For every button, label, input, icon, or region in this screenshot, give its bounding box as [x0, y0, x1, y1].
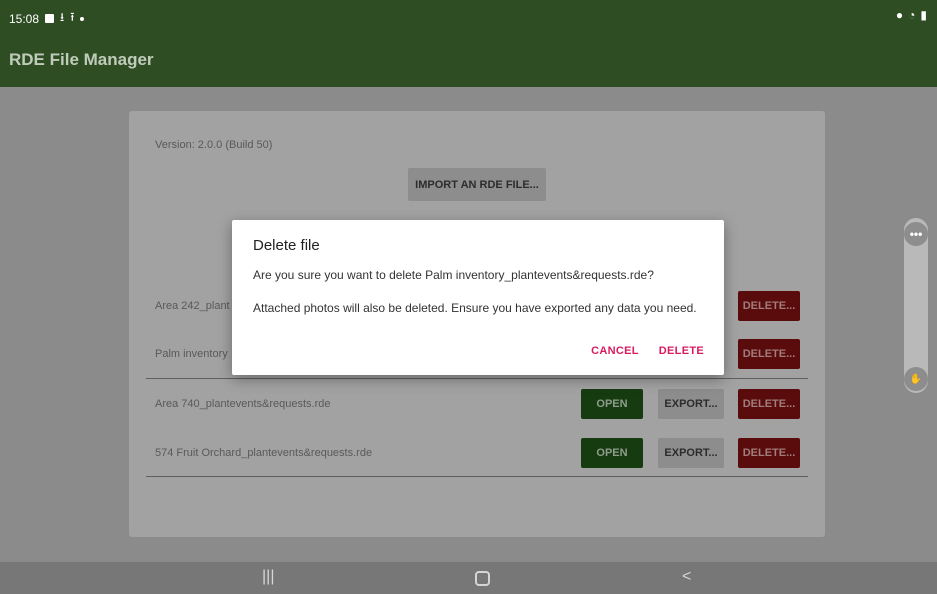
location-icon: ●	[895, 8, 904, 22]
status-bar: 15:08 ⭳ ⭱ ● ◔ ▮	[0, 0, 937, 30]
delete-button[interactable]: DELETE...	[738, 338, 800, 369]
delete-button[interactable]: DELETE...	[738, 290, 800, 321]
export-button[interactable]: EXPORT...	[658, 388, 724, 419]
file-name: 574 Fruit Orchard_plantevents&requests.r…	[155, 446, 373, 459]
divider	[146, 378, 808, 379]
dialog-actions: CANCEL DELETE	[591, 345, 704, 357]
navigation-bar: ||| <	[0, 562, 937, 594]
battery-icon: ▮	[920, 8, 927, 22]
dialog-title: Delete file	[253, 237, 320, 254]
file-row: 574 Fruit Orchard_plantevents&requests.r…	[146, 429, 808, 476]
more-icon[interactable]: •••	[904, 222, 928, 246]
file-row: Area 740_plantevents&requests.rde OPEN E…	[146, 380, 808, 427]
confirm-delete-button[interactable]: DELETE	[659, 345, 704, 357]
file-name: Palm inventory	[155, 347, 228, 360]
edge-panel[interactable]: ••• ✋	[904, 218, 928, 393]
upload-icon: ⭱	[70, 10, 75, 24]
wifi-icon: ◔	[908, 8, 916, 22]
dot-icon	[80, 16, 85, 21]
download-icon: ⭳	[60, 10, 65, 24]
status-time: 15:08	[9, 11, 40, 26]
open-button[interactable]: OPEN	[581, 388, 643, 419]
recents-button[interactable]: |||	[262, 568, 274, 586]
divider	[146, 476, 808, 477]
delete-file-dialog: Delete file Are you sure you want to del…	[232, 220, 724, 375]
app-title: RDE File Manager	[9, 50, 154, 69]
dialog-note: Attached photos will also be deleted. En…	[253, 301, 697, 315]
back-button[interactable]: <	[682, 568, 691, 586]
open-button[interactable]: OPEN	[581, 437, 643, 468]
file-name: Area 242_plant	[155, 299, 230, 312]
delete-button[interactable]: DELETE...	[738, 437, 800, 468]
file-name: Area 740_plantevents&requests.rde	[155, 397, 331, 410]
cancel-button[interactable]: CANCEL	[591, 345, 639, 357]
touch-icon[interactable]: ✋	[904, 367, 928, 391]
home-button[interactable]	[475, 571, 490, 586]
version-label: Version: 2.0.0 (Build 50)	[155, 139, 273, 151]
dialog-message: Are you sure you want to delete Palm inv…	[253, 268, 654, 282]
app-bar: RDE File Manager	[0, 30, 937, 87]
import-rde-button[interactable]: IMPORT AN RDE FILE...	[408, 168, 546, 201]
image-icon	[45, 14, 55, 23]
export-button[interactable]: EXPORT...	[658, 437, 724, 468]
delete-button[interactable]: DELETE...	[738, 388, 800, 419]
